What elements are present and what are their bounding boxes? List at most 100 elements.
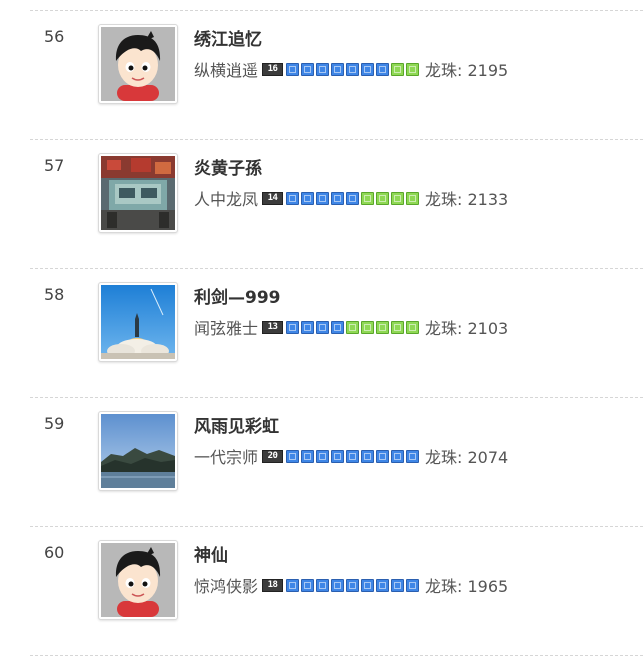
blue-pip-icon [286, 578, 300, 592]
rank-number: 59 [44, 414, 65, 433]
cartoon-boy-icon [101, 543, 175, 617]
user-title: 惊鸿侠影 [194, 577, 259, 596]
blue-pip-icon [331, 62, 345, 76]
user-info-line: 纵横逍遥 16 龙珠: 2195 [194, 58, 508, 80]
green-pip-icon [361, 320, 375, 334]
blue-pip-icon [346, 62, 360, 76]
points-label: 龙珠: [425, 319, 468, 338]
green-pip-icon [346, 320, 360, 334]
user-info-line: 惊鸿侠影 18 龙珠: 1965 [194, 574, 508, 596]
blue-pip-icon [316, 578, 330, 592]
street-photo-icon [101, 156, 175, 230]
points-label: 龙珠: [425, 577, 468, 596]
green-pip-icon [391, 62, 405, 76]
street-photo-avatar[interactable] [98, 153, 178, 233]
blue-pip-icon [346, 449, 360, 463]
leaderboard-list: 56 绣江追忆 纵横逍遥 16 龙珠: 2195 57 炎黄子孫 人中龙凤 14… [0, 11, 643, 656]
user-name[interactable]: 神仙 [194, 541, 228, 566]
level-badge: 18 [262, 578, 284, 592]
user-name[interactable]: 炎黄子孫 [194, 154, 262, 179]
user-info-line: 闻弦雅士 13 龙珠: 2103 [194, 316, 508, 338]
rank-number: 58 [44, 285, 65, 304]
blue-pip-icon [316, 62, 330, 76]
points-value: 2103 [467, 319, 509, 338]
level-badge: 20 [262, 449, 284, 463]
blue-pip-icon [376, 578, 390, 592]
user-title: 闻弦雅士 [194, 319, 259, 338]
blue-pip-icon [376, 62, 390, 76]
blue-pip-icon [301, 449, 315, 463]
dragon-pearl-points: 龙珠: 2074 [425, 444, 508, 468]
leaderboard-row: 56 绣江追忆 纵横逍遥 16 龙珠: 2195 [30, 11, 643, 140]
user-name[interactable]: 风雨见彩虹 [194, 412, 279, 437]
rank-number: 60 [44, 543, 65, 562]
blue-pip-icon [286, 191, 300, 205]
blue-pip-icon [391, 578, 405, 592]
green-pip-icon [391, 191, 405, 205]
cartoon-boy-avatar[interactable] [98, 24, 178, 104]
blue-pip-icon [406, 578, 420, 592]
dragon-pearl-points: 龙珠: 2103 [425, 315, 508, 339]
blue-pip-icon [346, 578, 360, 592]
user-info-line: 人中龙凤 14 龙珠: 2133 [194, 187, 508, 209]
level-progress-pips [286, 191, 421, 205]
blue-pip-icon [361, 62, 375, 76]
green-pip-icon [376, 191, 390, 205]
level-progress-pips [286, 320, 421, 334]
dragon-pearl-points: 龙珠: 1965 [425, 573, 508, 597]
rocket-launch-avatar[interactable] [98, 282, 178, 362]
blue-pip-icon [301, 578, 315, 592]
user-title: 纵横逍遥 [194, 61, 259, 80]
blue-pip-icon [361, 578, 375, 592]
blue-pip-icon [286, 320, 300, 334]
points-label: 龙珠: [425, 448, 468, 467]
blue-pip-icon [376, 449, 390, 463]
blue-pip-icon [331, 578, 345, 592]
points-value: 1965 [467, 577, 509, 596]
leaderboard-row: 60 神仙 惊鸿侠影 18 龙珠: 1965 [30, 527, 643, 656]
points-label: 龙珠: [425, 190, 468, 209]
user-info-line: 一代宗师 20 龙珠: 2074 [194, 445, 508, 467]
green-pip-icon [361, 191, 375, 205]
blue-pip-icon [301, 191, 315, 205]
green-pip-icon [376, 320, 390, 334]
dragon-pearl-points: 龙珠: 2133 [425, 186, 508, 210]
blue-pip-icon [286, 62, 300, 76]
leaderboard-row: 57 炎黄子孫 人中龙凤 14 龙珠: 2133 [30, 140, 643, 269]
user-title: 人中龙凤 [194, 190, 259, 209]
blue-pip-icon [301, 320, 315, 334]
blue-pip-icon [361, 449, 375, 463]
green-pip-icon [406, 191, 420, 205]
user-name[interactable]: 利剑—999 [194, 283, 281, 308]
mountain-lake-icon [101, 414, 175, 488]
leaderboard-row: 58 利剑—999 闻弦雅士 13 龙珠: 2103 [30, 269, 643, 398]
blue-pip-icon [331, 320, 345, 334]
green-pip-icon [406, 320, 420, 334]
blue-pip-icon [316, 449, 330, 463]
blue-pip-icon [316, 191, 330, 205]
level-badge: 14 [262, 191, 284, 205]
blue-pip-icon [391, 449, 405, 463]
cartoon-boy-avatar[interactable] [98, 540, 178, 620]
blue-pip-icon [331, 449, 345, 463]
points-value: 2074 [467, 448, 509, 467]
level-progress-pips [286, 62, 421, 76]
points-value: 2133 [467, 190, 509, 209]
blue-pip-icon [331, 191, 345, 205]
blue-pip-icon [346, 191, 360, 205]
blue-pip-icon [301, 62, 315, 76]
points-label: 龙珠: [425, 61, 468, 80]
level-progress-pips [286, 449, 421, 463]
rank-number: 56 [44, 27, 65, 46]
user-title: 一代宗师 [194, 448, 259, 467]
mountain-lake-avatar[interactable] [98, 411, 178, 491]
points-value: 2195 [467, 61, 509, 80]
green-pip-icon [391, 320, 405, 334]
blue-pip-icon [286, 449, 300, 463]
level-badge: 13 [262, 320, 284, 334]
leaderboard-row: 59 风雨见彩虹 一代宗师 20 龙珠: 2074 [30, 398, 643, 527]
dragon-pearl-points: 龙珠: 2195 [425, 57, 508, 81]
blue-pip-icon [406, 449, 420, 463]
blue-pip-icon [316, 320, 330, 334]
user-name[interactable]: 绣江追忆 [194, 25, 262, 50]
